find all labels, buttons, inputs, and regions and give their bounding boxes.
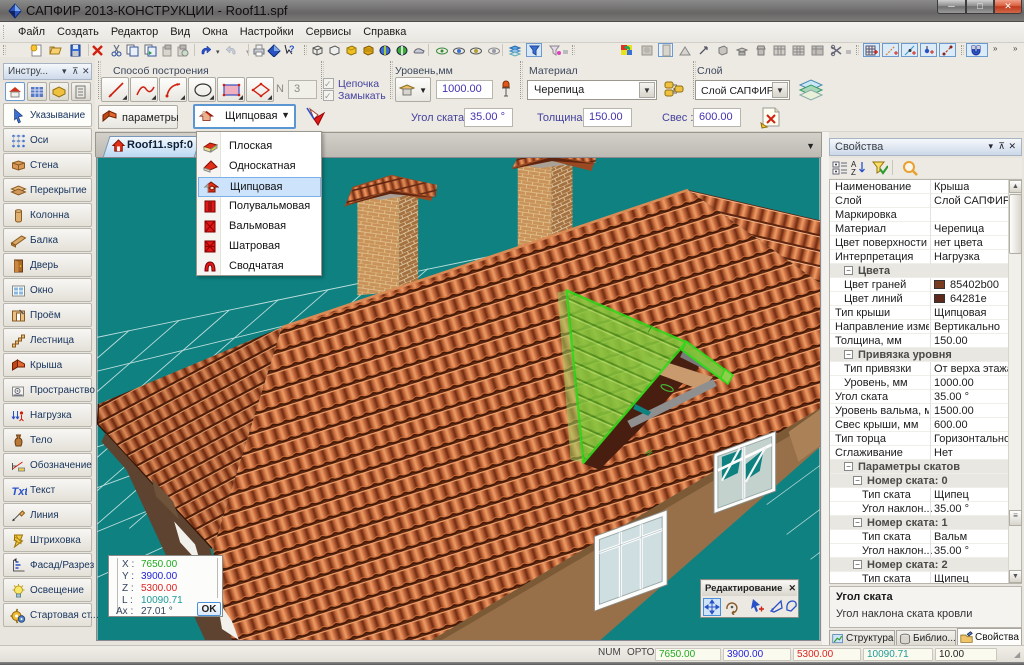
svg-text:?: ?: [289, 44, 295, 54]
svg-text:Txt: Txt: [12, 486, 28, 498]
svg-text:Z: Z: [851, 168, 856, 176]
